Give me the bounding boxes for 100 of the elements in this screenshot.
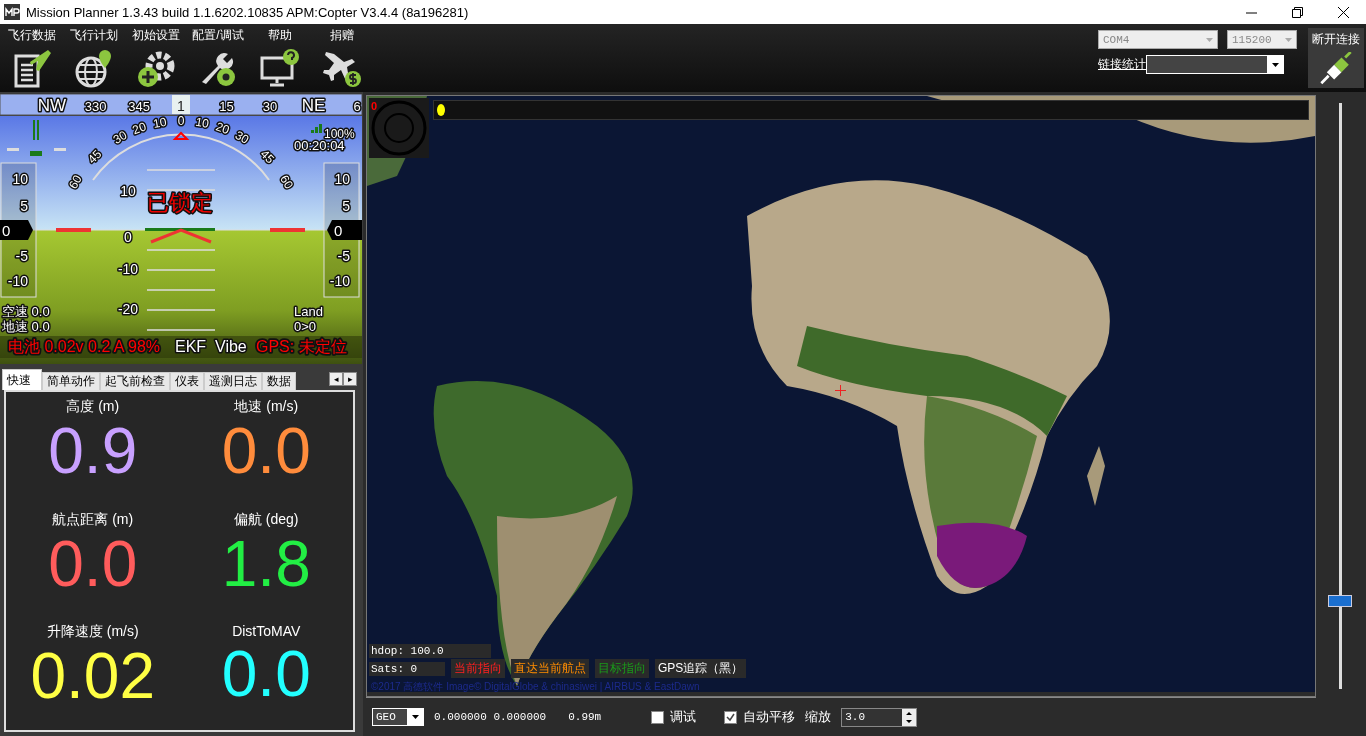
speed-tape-label: 5 [20,198,28,214]
restore-icon [1291,6,1303,18]
heading-label: 15 [219,99,234,114]
legend-label: 直达当前航点 [511,659,589,678]
zoom-label: 缩放 [805,708,832,726]
roll-label: 20 [214,119,232,138]
roll-label: 60 [277,172,297,192]
pitch-label: 0 [124,229,132,245]
menu-item[interactable]: 飞行计划 [64,24,124,92]
pitch-label: -20 [117,301,139,317]
indicator-icon [7,120,66,156]
quick-value: 0.0 [221,641,311,709]
heading-label: 330 [84,99,107,114]
altitude-pointer: 0 [327,220,362,240]
menu-item[interactable]: 初始设置 [126,24,186,92]
window-title: Mission Planner 1.3.43 build 1.1.6202.10835 APM:Copter V3.4.4 (8a196281) [26,4,470,20]
auto-pan-checkbox[interactable] [724,710,738,724]
roll-pointer [172,131,190,140]
disconnect-button[interactable]: 断开连接 [1308,28,1364,88]
pitch-label: 10 [120,183,136,199]
airspeed-text: 空速 0.0 [2,304,50,319]
speed-tape-label: -5 [15,248,28,264]
caret-icon [1271,62,1279,67]
debug-label: 调试 [670,708,697,726]
tab[interactable]: 数据 [262,372,296,390]
roll-label: 30 [232,127,252,147]
legend-label: GPS追踪（黑） [655,659,747,678]
aircraft-symbol [150,228,212,244]
menu-item[interactable]: 捐赠 [312,24,372,92]
roll-label: 20 [130,119,148,138]
roll-label: 10 [194,114,210,131]
flight-mode: Land [294,304,323,319]
groundspeed-text: 地速 0.0 [2,319,50,334]
tab[interactable]: 起飞前检查 [100,372,170,390]
heading-label: 30 [262,99,278,114]
coordinates-text: 0.000000 0.000000 [434,711,547,723]
tab[interactable]: 简单动作 [42,372,100,390]
legend-label: 目标指向 [595,659,649,678]
armed-status: 已锁定 [147,190,213,215]
compass-heading: 0 [371,100,378,112]
menu-item[interactable]: 配置/调试 [188,24,248,92]
heading-label: 345 [128,99,151,114]
marker-icon [437,104,445,116]
compass-icon [369,98,429,158]
coordinate-system-dropdown[interactable]: GEO [372,708,424,726]
tab[interactable]: 遥测日志 [204,372,262,390]
menu-item[interactable]: 飞行数据 [2,24,62,92]
heading-label: NE [301,96,326,115]
hdop-text: hdop: 100.0 [369,644,491,658]
altitude-tape-label: 10 [334,171,350,187]
speed-tape-label: -10 [7,273,28,289]
roll-label: 30 [110,127,130,147]
quick-value: 0.0 [221,418,311,486]
tab-scroll-button[interactable]: ▸ [343,372,357,386]
quick-value: 1.8 [221,530,311,598]
horizon-marker [270,228,305,232]
link-stats-dropdown[interactable] [1146,55,1284,74]
pitch-label: -10 [117,261,139,277]
app-logo-icon [4,4,20,20]
debug-checkbox[interactable] [651,710,665,724]
crosshair-icon [835,385,846,396]
roll-label: 60 [65,172,85,192]
speed-pointer: 0 [0,220,33,240]
center-marker [145,228,215,231]
heading-marker [172,95,190,114]
quick-label: 高度 (m) [66,398,120,416]
altitude-tape-label: -10 [329,273,350,289]
legend-label: 当前指向 [451,659,505,678]
quick-label: DistToMAV [232,623,301,640]
tab[interactable]: 快速 [2,369,42,390]
roll-label: 45 [257,147,277,167]
ekf-status: EKF [175,338,207,355]
monitor-icon [260,48,300,88]
quick-label: 偏航 (deg) [233,510,299,529]
caret-icon [1206,37,1213,42]
map-attribution: ©2017 高德软件 Image© DigitalGlobe & chinasiwei | AIRBUS & EastDawn [371,680,700,694]
battery-percent: 100% [324,127,355,141]
horizon-marker [56,228,91,232]
roll-label: 10 [152,114,168,131]
waypoint-text: 0>0 [294,319,317,334]
quick-value: 0.9 [48,418,138,486]
tab[interactable]: 仪表 [170,372,204,390]
speed-tape-label: 10 [12,171,28,187]
altitude-tape-label: 5 [342,198,350,214]
signal-icon [311,124,322,133]
caret-icon [411,715,419,719]
heading-label: 1 [177,98,185,114]
link-stats-link[interactable]: 链接统计 [1098,56,1146,73]
zoom-slider-thumb[interactable] [1328,595,1352,608]
heading-label: NW [37,96,67,115]
quick-value: 0.0 [48,530,138,598]
tab-scroll-button[interactable]: ◂ [329,372,343,386]
zoom-input[interactable]: 3.0 [841,707,918,727]
vibe-status: Vibe [215,338,247,355]
quick-value: 0.02 [30,643,156,711]
altitude-text: 0.99m [568,711,602,723]
auto-pan-label: 自动平移 [743,708,796,726]
close-icon [1337,6,1349,18]
caret-icon [1285,37,1292,42]
menu-item[interactable]: 帮助 [250,24,310,92]
